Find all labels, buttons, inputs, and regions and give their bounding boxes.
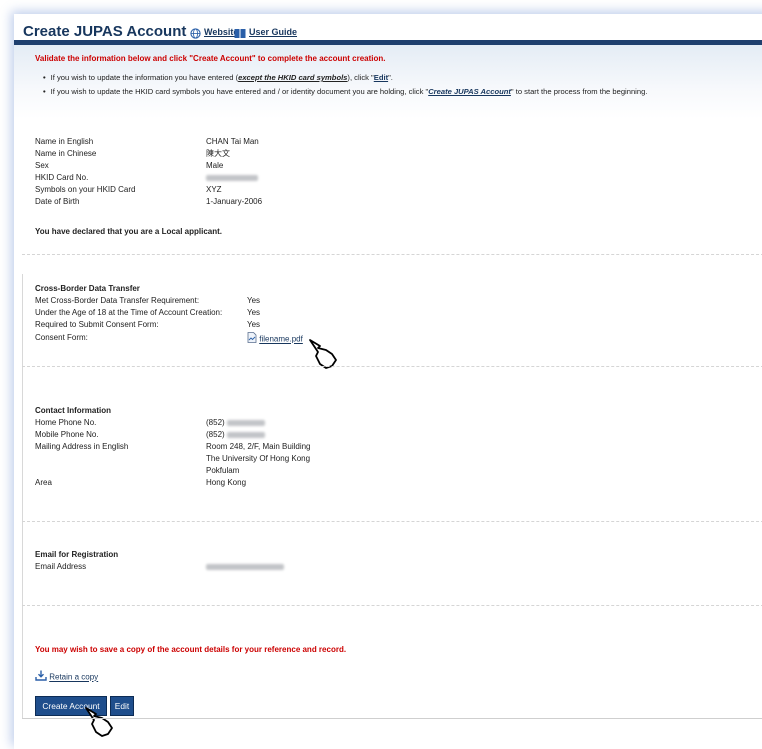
mobile-phone-label: Mobile Phone No.: [35, 430, 99, 439]
create-jupas-account-inline-link[interactable]: Create JUPAS Account: [428, 87, 511, 96]
dob-value: 1-January-2006: [206, 197, 263, 206]
mail-address-label: Mailing Address in English: [35, 442, 129, 451]
name-en-label: Name in English: [35, 137, 94, 146]
local-declaration: You have declared that you are a Local a…: [35, 227, 223, 236]
hkid-value-redacted: [206, 172, 258, 184]
edit-inline-link[interactable]: Edit: [374, 73, 388, 82]
bullet-edit: If you wish to update the information yo…: [43, 71, 647, 85]
name-zh-label: Name in Chinese: [35, 149, 97, 158]
sex-value: Male: [206, 161, 224, 170]
consent-required-value: Yes: [247, 320, 261, 329]
page-frame: Create JUPAS Account Website User Guide …: [14, 14, 762, 749]
divider: [22, 254, 762, 255]
home-phone-prefix: (852): [206, 418, 225, 427]
download-icon: [35, 670, 47, 685]
email-value-redacted: [206, 561, 284, 573]
crossborder-met-label: Met Cross-Border Data Transfer Requireme…: [35, 296, 200, 305]
bullet-restart: If you wish to update the HKID card symb…: [43, 85, 648, 99]
mobile-phone-value: (852): [206, 429, 265, 441]
email-heading: Email for Registration: [35, 550, 119, 559]
area-label: Area: [35, 478, 52, 487]
instruction-bullets: If you wish to update the information yo…: [43, 71, 648, 99]
pdf-file-icon: [247, 332, 257, 347]
mail-line-2: The University Of Hong Kong: [206, 454, 311, 463]
divider: [22, 366, 762, 367]
bullet2-post: " to start the process from the beginnin…: [510, 87, 648, 96]
name-en-value: CHAN Tai Man: [206, 137, 259, 146]
home-phone-label: Home Phone No.: [35, 418, 97, 427]
mobile-phone-prefix: (852): [206, 430, 225, 439]
crossborder-met-value: Yes: [247, 296, 261, 305]
retain-copy-link[interactable]: Retain a copy: [49, 673, 98, 682]
hand-pointer-icon: [306, 336, 342, 379]
user-guide-link[interactable]: User Guide: [249, 27, 297, 37]
consent-form-label: Consent Form:: [35, 333, 88, 342]
symbols-value: XYZ: [206, 185, 222, 194]
hkid-label: HKID Card No.: [35, 173, 89, 182]
symbols-label: Symbols on your HKID Card: [35, 185, 136, 194]
bullet1-text: If you wish to update the information yo…: [50, 73, 239, 82]
hand-pointer-icon: [82, 704, 118, 747]
crossborder-heading: Cross-Border Data Transfer: [35, 284, 140, 293]
divider: [22, 521, 762, 522]
consent-form-link[interactable]: filename.pdf: [259, 335, 303, 344]
contact-heading: Contact Information: [35, 406, 111, 415]
consent-required-label: Required to Submit Consent Form:: [35, 320, 159, 329]
save-copy-note: You may wish to save a copy of the accou…: [35, 645, 347, 654]
consent-form-file[interactable]: filename.pdf: [247, 332, 303, 347]
sex-label: Sex: [35, 161, 49, 170]
mail-line-3: Pokfulam: [206, 466, 240, 475]
page-title: Create JUPAS Account: [23, 23, 187, 40]
under18-label: Under the Age of 18 at the Time of Accou…: [35, 308, 223, 317]
bullet2-text: If you wish to update the HKID card symb…: [50, 87, 429, 96]
home-phone-value: (852): [206, 417, 265, 429]
bullet1-post: ".: [388, 73, 393, 82]
content-bottom-border: [22, 718, 762, 719]
under18-value: Yes: [247, 308, 261, 317]
bullet1-mid: ), click ": [347, 73, 374, 82]
instruction-text: Validate the information below and click…: [35, 54, 386, 63]
bullet1-emphasis: except the HKID card symbols: [238, 73, 348, 82]
divider: [22, 605, 762, 606]
email-label: Email Address: [35, 562, 87, 571]
retain-copy[interactable]: Retain a copy: [35, 670, 98, 685]
dob-label: Date of Birth: [35, 197, 80, 206]
content-border: [22, 274, 23, 719]
mail-line-1: Room 248, 2/F, Main Building: [206, 442, 311, 451]
area-value: Hong Kong: [206, 478, 247, 487]
name-zh-value: 陳大文: [206, 149, 230, 158]
